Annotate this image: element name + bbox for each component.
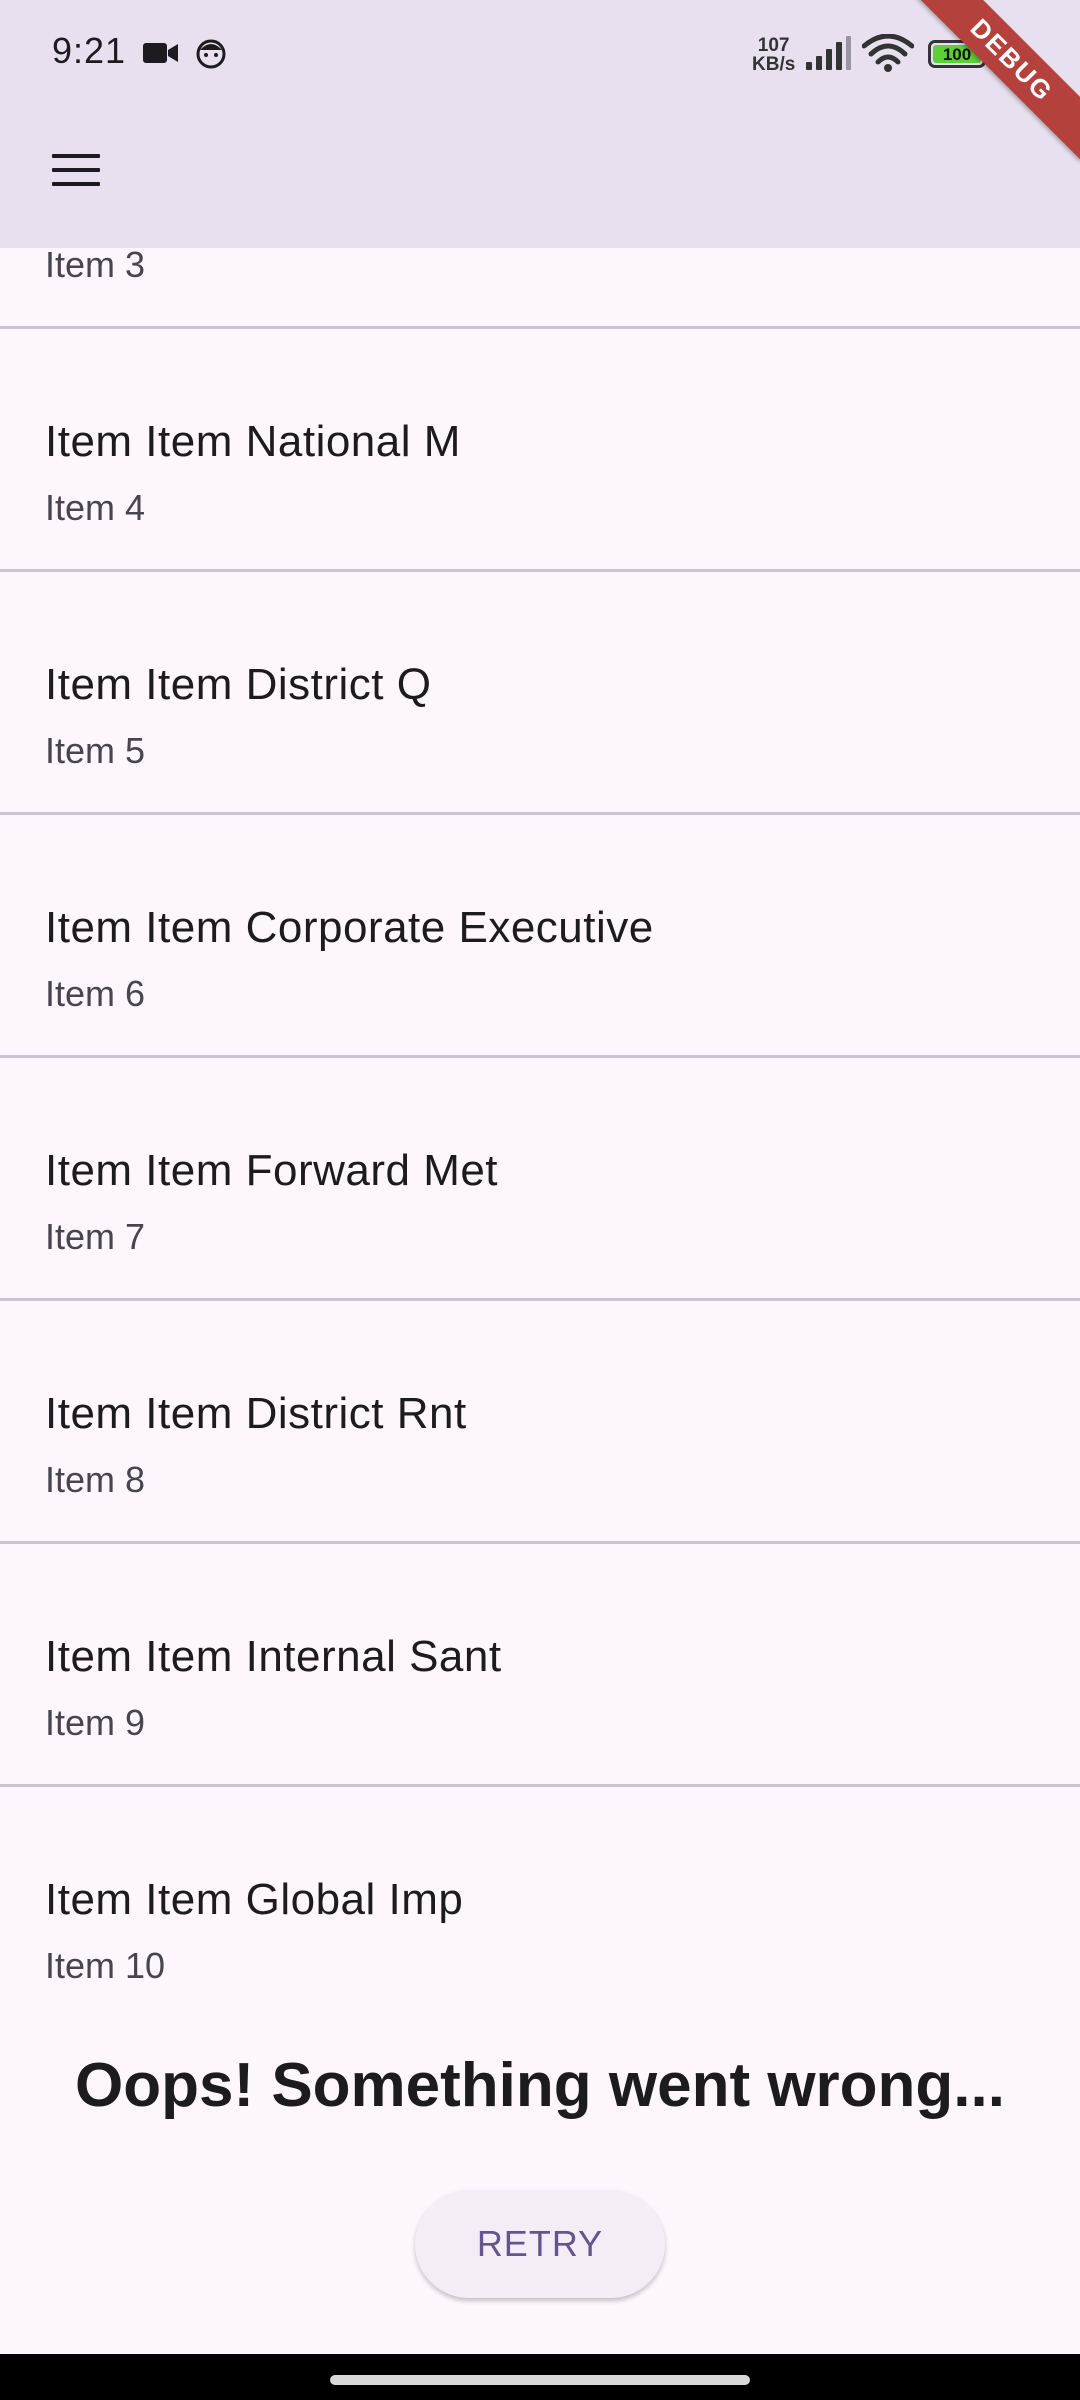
list-item-title: Item Item Global Imp <box>45 1875 464 1924</box>
list-item-title: Item Item Internal Sant <box>45 1632 502 1681</box>
status-bar: 9:21 107 KB/s 100 <box>0 0 1080 108</box>
wifi-icon <box>862 34 914 72</box>
list-item[interactable]: Item Item Internal Sant Item 9 <box>0 1544 1080 1787</box>
list-item[interactable]: Item Item National M Item 4 <box>0 329 1080 572</box>
notification-face-icon <box>196 39 226 69</box>
list-item-subtitle: Item 3 <box>45 244 146 285</box>
list-item-subtitle: Item 7 <box>45 1216 146 1257</box>
list-item[interactable]: Item Item Corporate Executive Item 6 <box>0 815 1080 1058</box>
list-item-title: Item Item District Rnt <box>45 1389 467 1438</box>
error-message: Oops! Something went wrong... <box>75 2051 1005 2120</box>
list-item-title: Item Item District Q <box>45 660 432 709</box>
network-speed-value: 107 <box>757 35 790 56</box>
list-item[interactable]: Item Item District Rnt Item 8 <box>0 1301 1080 1544</box>
list-item[interactable]: Item Item Global Imp Item 10 <box>0 1787 1080 2027</box>
hamburger-menu-icon <box>52 154 100 186</box>
video-camera-icon <box>143 43 178 63</box>
system-nav-bar <box>0 2354 1080 2400</box>
list-item[interactable]: Item Item Forward Met Item 7 <box>0 1058 1080 1301</box>
list-item-subtitle: Item 5 <box>45 730 146 771</box>
list-item-title: Item Item National M <box>45 417 461 466</box>
network-speed: 107 KB/s <box>752 36 795 74</box>
list-item-subtitle: Item 10 <box>45 1945 166 1986</box>
list-item-subtitle: Item 6 <box>45 973 146 1014</box>
list-item-subtitle: Item 8 <box>45 1459 146 1500</box>
list-item-title: Item Item Corporate Executive <box>45 903 654 952</box>
screen: Item 3 Item Item National M Item 4 Item … <box>0 0 1080 2400</box>
gesture-handle[interactable] <box>330 2375 750 2385</box>
menu-button[interactable] <box>28 130 124 210</box>
list-item[interactable]: Item Item District Q Item 5 <box>0 572 1080 815</box>
list-item-subtitle: Item 9 <box>45 1702 146 1743</box>
retry-button[interactable]: RETRY <box>415 2190 665 2298</box>
status-time: 9:21 <box>52 30 127 71</box>
item-list[interactable]: Item 3 Item Item National M Item 4 Item … <box>0 86 1080 2027</box>
list-item-title: Item Item Forward Met <box>45 1146 499 1195</box>
cell-signal-icon <box>806 36 851 70</box>
list-item-subtitle: Item 4 <box>45 487 146 528</box>
app-bar: 9:21 107 KB/s 100 <box>0 0 1080 248</box>
network-speed-unit: KB/s <box>752 54 796 75</box>
